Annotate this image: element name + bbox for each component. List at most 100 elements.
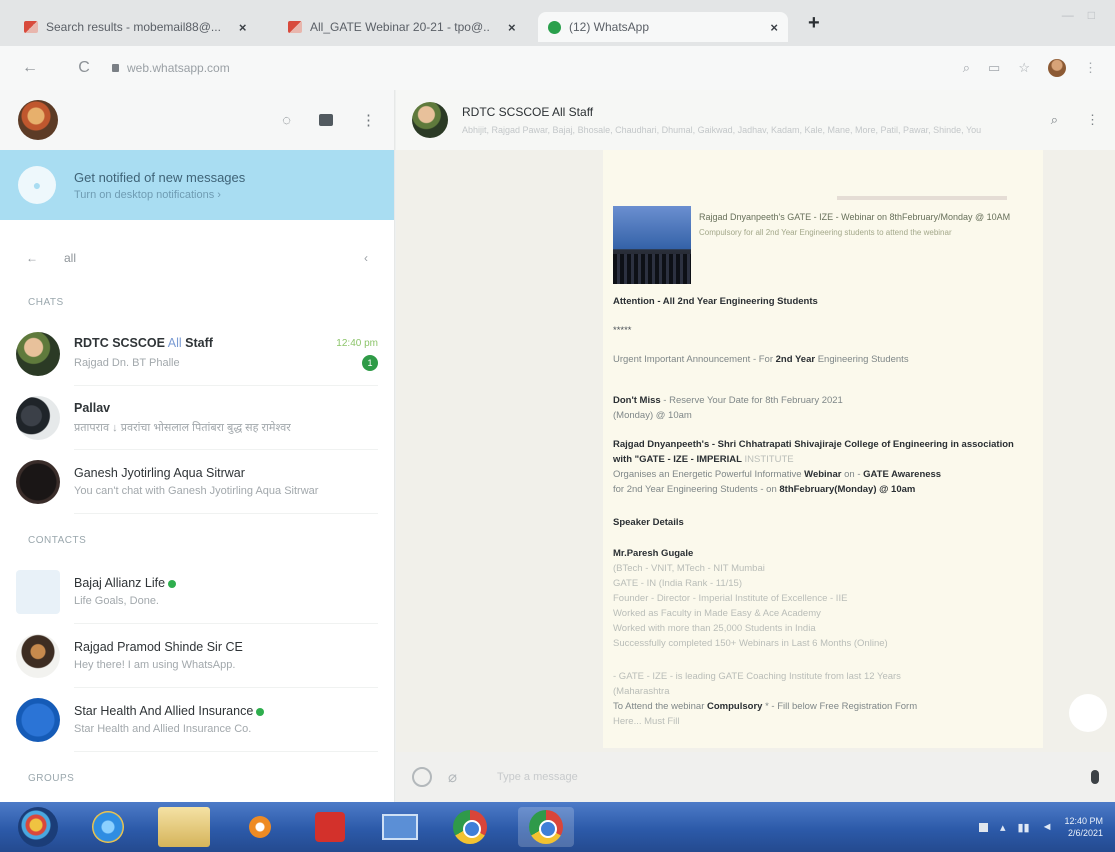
search-icon[interactable]: ⌕: [1051, 112, 1058, 128]
system-tray: ▴ ▮▮ ◄ 12:40 PM 2/6/2021: [978, 815, 1103, 839]
back-arrow-icon[interactable]: ←: [26, 251, 38, 265]
minimize-icon[interactable]: —: [1062, 8, 1074, 22]
taskbar-adobe-reader[interactable]: [308, 807, 352, 847]
clock-date: 2/6/2021: [1067, 828, 1103, 838]
speaker-line: Founder - Director - Imperial Institute …: [613, 593, 848, 604]
pdf-icon: [315, 812, 345, 842]
tab-strip: Search results - mobemail88@... × All_GA…: [0, 0, 1115, 46]
tab-whatsapp[interactable]: (12) WhatsApp ×: [538, 12, 788, 42]
tray-flag-icon[interactable]: [978, 822, 988, 832]
contact-row-bajaj[interactable]: Bajaj Allianz Life Life Goals, Done.: [0, 560, 394, 624]
emoji-icon[interactable]: [412, 767, 432, 787]
zoom-icon[interactable]: ⌕: [963, 60, 970, 76]
taskbar-internet-explorer[interactable]: [86, 807, 130, 847]
scroll-down-button[interactable]: [1069, 694, 1107, 732]
cast-icon[interactable]: ▭: [988, 60, 1000, 76]
footer-register-line: To Attend the webinar Compulsory * - Fil…: [613, 701, 918, 712]
link-preview-card[interactable]: Rajgad Dnyanpeeth's GATE - IZE - Webinar…: [613, 206, 1033, 284]
contact-row-rajgad[interactable]: Rajgad Pramod Shinde Sir CE Hey there! I…: [0, 624, 394, 688]
verified-badge-icon: [168, 579, 177, 588]
windows-orb-icon: [18, 807, 58, 847]
start-button[interactable]: [16, 807, 60, 847]
taskbar-monitor-app[interactable]: [378, 807, 422, 847]
screen: Search results - mobemail88@... × All_GA…: [0, 0, 1115, 852]
tray-arrow-icon[interactable]: ▴: [1000, 821, 1006, 834]
microphone-icon[interactable]: [1091, 770, 1099, 784]
volume-icon[interactable]: ◄: [1042, 821, 1053, 833]
browser-menu-icon[interactable]: ⋮: [1084, 60, 1097, 76]
menu-icon[interactable]: ⋮: [1086, 112, 1099, 128]
section-label-chats: CHATS: [28, 296, 64, 308]
quoted-bar: [837, 196, 1007, 200]
avatar: [16, 634, 60, 678]
chat-row-pallav[interactable]: Pallav प्रतापराव ↓ प्रवरांचा भोसलाल पिता…: [0, 386, 394, 450]
contact-status: Hey there! I am using WhatsApp.: [74, 659, 236, 671]
notification-banner[interactable]: ● Get notified of new messages Turn on d…: [0, 150, 394, 220]
back-button[interactable]: ←: [12, 59, 48, 77]
profile-avatar[interactable]: [1048, 59, 1066, 77]
media-player-icon: [249, 816, 271, 838]
lock-icon: [112, 64, 119, 72]
contact-name: Bajaj Allianz Life: [74, 576, 177, 590]
gmail-icon: [288, 21, 302, 33]
message-bubble[interactable]: Rajgad Dnyanpeeth's GATE - IZE - Webinar…: [603, 150, 1043, 748]
bell-off-icon: ●: [18, 166, 56, 204]
message-input[interactable]: Type a message: [497, 771, 578, 783]
chat-name: Ganesh Jyotirling Aqua Sitrwar: [74, 466, 245, 480]
notification-link[interactable]: Turn on desktop notifications ›: [74, 189, 245, 201]
link-preview-image: [613, 206, 691, 284]
avatar: [16, 396, 60, 440]
clock[interactable]: 12:40 PM 2/6/2021: [1064, 815, 1103, 839]
status-icon[interactable]: ◌: [282, 112, 291, 129]
close-icon[interactable]: ×: [239, 20, 247, 35]
chrome-icon: [529, 810, 563, 844]
avatar: [16, 570, 60, 614]
new-tab-button[interactable]: +: [808, 12, 820, 35]
taskbar-file-explorer[interactable]: [156, 807, 212, 847]
chat-row-ganesh[interactable]: Ganesh Jyotirling Aqua Sitrwar You can't…: [0, 450, 394, 514]
whatsapp-icon: [548, 20, 561, 34]
conversation-header[interactable]: RDTC SCSCOE All Staff Abhijit, Rajgad Pa…: [396, 90, 1115, 150]
monitor-icon: [382, 814, 418, 840]
close-icon[interactable]: ×: [508, 20, 516, 35]
avatar: [16, 332, 60, 376]
group-avatar[interactable]: [412, 102, 448, 138]
contact-row-star-health[interactable]: Star Health And Allied Insurance Star He…: [0, 688, 394, 752]
reload-button[interactable]: C: [66, 59, 102, 77]
speaker-line: GATE - IN (India Rank - 11/15): [613, 578, 742, 589]
sidebar-header: ◌ ⋮: [0, 90, 394, 150]
toolbar-actions: ⌕ ▭ ☆ ⋮: [963, 59, 1097, 77]
contact-name: Rajgad Pramod Shinde Sir CE: [74, 640, 243, 654]
url-text: web.whatsapp.com: [127, 61, 230, 75]
conversation-actions: ⌕ ⋮: [1051, 112, 1099, 128]
announcement-line: Urgent Important Announcement - For 2nd …: [613, 354, 909, 365]
section-label-groups: GROUPS: [28, 772, 75, 784]
link-preview-description: Compulsory for all 2nd Year Engineering …: [699, 228, 952, 237]
tab-gmail-webinar[interactable]: All_GATE Webinar 20-21 - tpo@... ×: [278, 12, 526, 42]
my-avatar[interactable]: [18, 100, 58, 140]
attach-icon[interactable]: ⌀: [448, 768, 457, 786]
speaker-name: Mr.Paresh Gugale: [613, 548, 694, 559]
maximize-icon[interactable]: □: [1088, 8, 1095, 22]
address-bar[interactable]: web.whatsapp.com: [112, 61, 963, 75]
close-icon[interactable]: ×: [770, 20, 778, 35]
bookmark-star-icon[interactable]: ☆: [1018, 60, 1030, 76]
taskbar-chrome-active[interactable]: [518, 807, 574, 847]
contact-status: Star Health and Allied Insurance Co.: [74, 723, 252, 735]
taskbar-chrome[interactable]: [448, 807, 492, 847]
taskbar-media-player[interactable]: [238, 807, 282, 847]
chat-row-rdtc[interactable]: RDTC SCSCOE All Staff 12:40 pm Rajgad Dn…: [0, 322, 394, 386]
search-bar[interactable]: ← all ‹: [0, 234, 394, 282]
conversation-title: RDTC SCSCOE All Staff: [462, 105, 594, 119]
search-input[interactable]: all: [64, 251, 76, 265]
clock-time: 12:40 PM: [1064, 816, 1103, 826]
menu-icon[interactable]: ⋮: [361, 111, 376, 129]
network-icon[interactable]: ▮▮: [1017, 821, 1029, 834]
chat-preview: प्रतापराव ↓ प्रवरांचा भोसलाल पितांबरा बु…: [74, 421, 291, 434]
clear-search-icon[interactable]: ‹: [364, 251, 368, 265]
dont-miss-line: Don't Miss - Reserve Your Date for 8th F…: [613, 395, 843, 421]
tab-gmail-search[interactable]: Search results - mobemail88@... ×: [14, 12, 257, 42]
speaker-line: Successfully completed 150+ Webinars in …: [613, 638, 888, 649]
chat-preview: Rajgad Dn. BT Phalle: [74, 357, 180, 369]
new-chat-icon[interactable]: [319, 114, 333, 126]
